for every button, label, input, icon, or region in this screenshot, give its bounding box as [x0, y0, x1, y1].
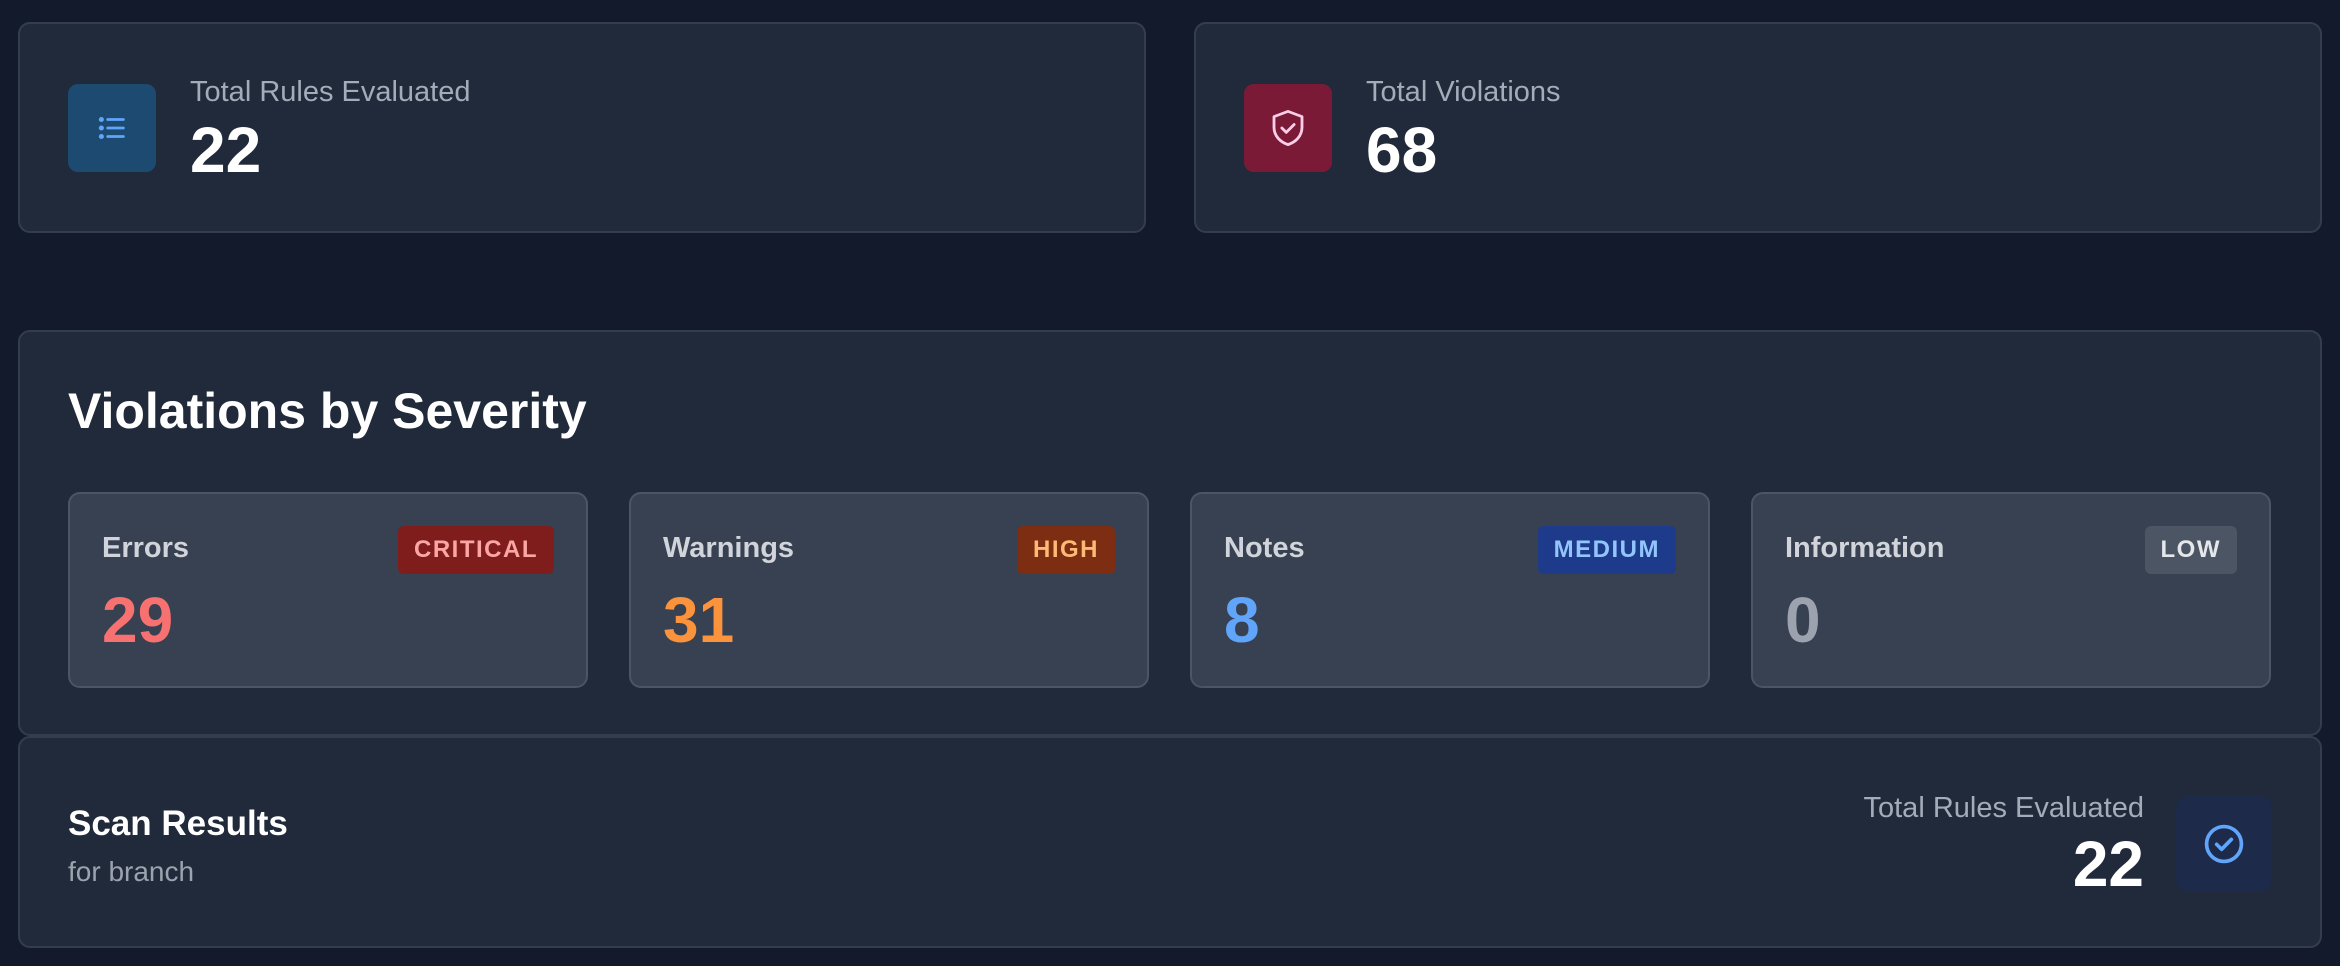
severity-count: 0: [1785, 584, 1821, 656]
check-circle-icon: [2176, 796, 2272, 892]
severity-card-errors: Errors CRITICAL 29: [68, 492, 588, 688]
severity-card-warnings: Warnings HIGH 31: [629, 492, 1149, 688]
severity-badge: MEDIUM: [1537, 526, 1676, 574]
severity-count: 29: [102, 584, 174, 656]
stat-value: 68: [1366, 114, 1438, 186]
severity-label: Warnings: [663, 532, 795, 564]
severity-label: Information: [1785, 532, 1945, 564]
shield-check-icon: [1244, 84, 1332, 172]
severity-card-notes: Notes MEDIUM 8: [1190, 492, 1710, 688]
severity-badge: HIGH: [1017, 526, 1115, 574]
stat-label: Total Violations: [1366, 76, 1561, 108]
severity-label: Errors: [102, 532, 190, 564]
scan-total-rules-label: Total Rules Evaluated: [1863, 792, 2145, 824]
stat-label: Total Rules Evaluated: [190, 76, 471, 108]
stat-card-total-rules: Total Rules Evaluated 22: [18, 22, 1146, 233]
severity-badge: CRITICAL: [398, 526, 554, 574]
severity-card-information: Information LOW 0: [1751, 492, 2271, 688]
scan-title: Scan Results: [68, 804, 288, 843]
severity-count: 8: [1224, 584, 1260, 656]
list-icon: [68, 84, 156, 172]
stat-value: 22: [190, 114, 262, 186]
scan-results-section: Scan Results for branch Total Rules Eval…: [18, 736, 2322, 948]
scan-total-rules-value: 22: [2072, 828, 2144, 900]
severity-section: Violations by Severity Errors CRITICAL 2…: [18, 330, 2322, 736]
stat-card-total-violations: Total Violations 68: [1194, 22, 2322, 233]
severity-label: Notes: [1224, 532, 1305, 564]
section-title: Violations by Severity: [68, 383, 587, 439]
severity-count: 31: [663, 584, 735, 656]
severity-badge: LOW: [2144, 526, 2237, 574]
scan-subtitle: for branch: [68, 856, 195, 887]
